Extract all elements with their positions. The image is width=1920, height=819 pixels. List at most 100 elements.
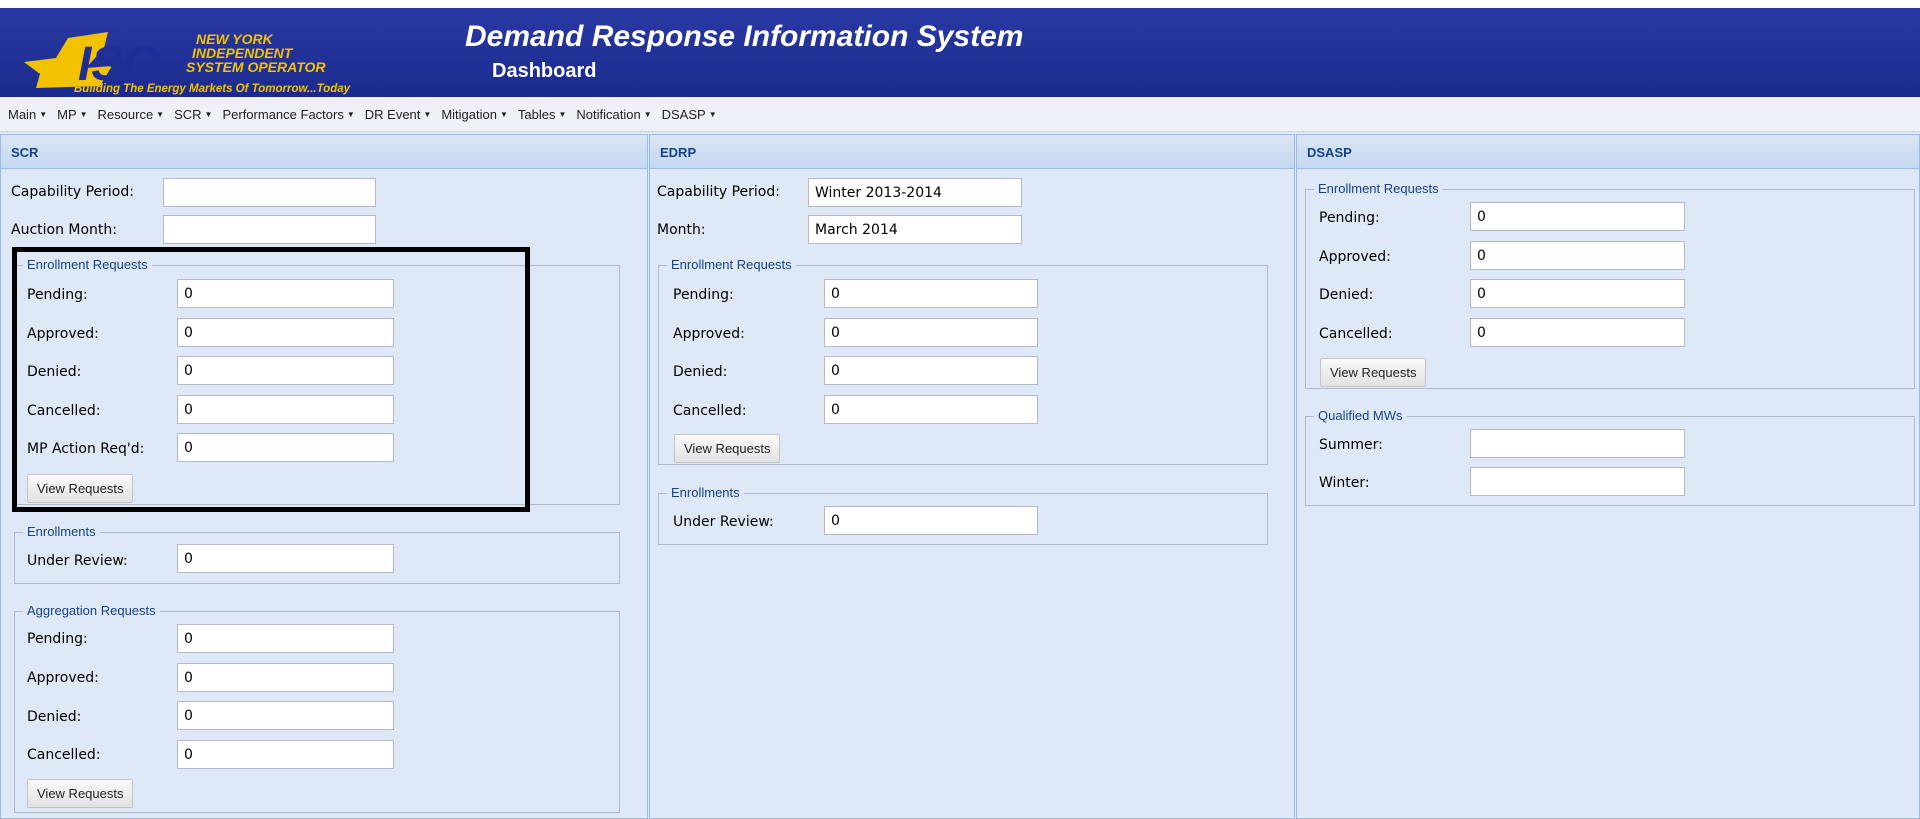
- under-review-field[interactable]: 0: [824, 506, 1038, 535]
- menu-label: Performance Factors: [222, 106, 344, 122]
- menu-label: SCR: [174, 106, 202, 122]
- approved-label: Approved:: [27, 326, 99, 342]
- pending-label: Pending:: [27, 631, 88, 647]
- pending-label: Pending:: [673, 287, 734, 303]
- page-title: Dashboard: [492, 60, 597, 82]
- summer-label: Summer:: [1319, 437, 1383, 453]
- cancelled-label: Cancelled:: [1319, 326, 1393, 342]
- pending-label: Pending:: [27, 287, 88, 303]
- capability-period-label: Capability Period:: [11, 184, 134, 200]
- menu-main[interactable]: Main ▼: [8, 107, 47, 122]
- caret-down-icon: ▼: [708, 109, 717, 119]
- auction-month-field[interactable]: [163, 215, 376, 244]
- approved-label: Approved:: [673, 326, 745, 342]
- under-review-label: Under Review:: [27, 553, 128, 569]
- panel-title: EDRP: [650, 135, 1294, 169]
- view-requests-button[interactable]: View Requests: [674, 434, 781, 463]
- logo-tagline: Building The Energy Markets Of Tomorrow.…: [74, 83, 351, 95]
- denied-label: Denied:: [1319, 287, 1374, 303]
- menu-label: DSASP: [661, 106, 706, 122]
- panel-title: SCR: [1, 135, 647, 169]
- cancelled-label: Cancelled:: [673, 403, 747, 419]
- menu-resource[interactable]: Resource ▼: [98, 107, 165, 122]
- cancelled-field[interactable]: 0: [824, 395, 1038, 424]
- menu-mitigation[interactable]: Mitigation ▼: [441, 107, 508, 122]
- denied-field[interactable]: 0: [177, 356, 394, 385]
- group-legend: Enrollment Requests: [667, 257, 796, 272]
- view-requests-button[interactable]: View Requests: [27, 474, 134, 503]
- pending-field[interactable]: 0: [1470, 202, 1685, 231]
- approved-field[interactable]: 0: [177, 318, 394, 347]
- under-review-label: Under Review:: [673, 514, 774, 530]
- group-legend: Enrollments: [667, 485, 744, 500]
- group-legend: Enrollment Requests: [23, 257, 152, 272]
- approved-field[interactable]: 0: [1470, 241, 1685, 270]
- menu-dsasp[interactable]: DSASP ▼: [662, 107, 717, 122]
- auction-month-label: Auction Month:: [11, 222, 118, 238]
- caret-down-icon: ▼: [204, 109, 213, 119]
- view-requests-button[interactable]: View Requests: [1320, 358, 1427, 387]
- menu-label: Notification: [576, 106, 641, 122]
- month-field[interactable]: March 2014: [808, 215, 1022, 244]
- caret-down-icon: ▼: [558, 109, 567, 119]
- group-legend: Enrollment Requests: [1314, 181, 1443, 196]
- logo-line-3: SYSTEM OPERATOR: [186, 59, 326, 75]
- menu-performance-factors[interactable]: Performance Factors ▼: [222, 107, 354, 122]
- group-legend: Aggregation Requests: [23, 603, 160, 618]
- denied-field[interactable]: 0: [824, 356, 1038, 385]
- approved-label: Approved:: [27, 670, 99, 686]
- menu-label: Main: [8, 106, 37, 122]
- mp-action-field[interactable]: 0: [177, 433, 394, 462]
- caret-down-icon: ▼: [156, 109, 165, 119]
- denied-label: Denied:: [27, 364, 82, 380]
- caret-down-icon: ▼: [643, 109, 652, 119]
- mp-action-label: MP Action Req'd:: [27, 441, 145, 457]
- nyiso-logo: ISO NEW YORK INDEPENDENT SYSTEM OPERATOR…: [24, 31, 351, 95]
- capability-period-field[interactable]: [163, 178, 376, 207]
- view-requests-button[interactable]: View Requests: [27, 779, 134, 808]
- main-menu: Main ▼ MP ▼ Resource ▼ SCR ▼ Performance Fac…: [0, 97, 1920, 132]
- caret-down-icon: ▼: [346, 109, 355, 119]
- group-legend: Qualified MWs: [1314, 408, 1407, 423]
- capability-period-label: Capability Period:: [657, 184, 780, 200]
- pending-field[interactable]: 0: [177, 624, 394, 653]
- approved-label: Approved:: [1319, 249, 1391, 265]
- pending-field[interactable]: 0: [824, 279, 1038, 308]
- under-review-field[interactable]: 0: [177, 544, 394, 573]
- cancelled-field[interactable]: 0: [177, 395, 394, 424]
- app-title: Demand Response Information System: [465, 20, 1024, 53]
- menu-notification[interactable]: Notification ▼: [576, 107, 651, 122]
- capability-period-field[interactable]: Winter 2013-2014: [808, 178, 1022, 207]
- winter-label: Winter:: [1319, 475, 1370, 491]
- summer-field[interactable]: [1470, 429, 1685, 458]
- menu-tables[interactable]: Tables ▼: [518, 107, 567, 122]
- cancelled-field[interactable]: 0: [1470, 318, 1685, 347]
- caret-down-icon: ▼: [499, 109, 508, 119]
- menu-scr[interactable]: SCR ▼: [174, 107, 212, 122]
- cancelled-label: Cancelled:: [27, 747, 101, 763]
- app-header: ISO NEW YORK INDEPENDENT SYSTEM OPERATOR…: [0, 0, 1920, 97]
- winter-field[interactable]: [1470, 467, 1685, 496]
- cancelled-label: Cancelled:: [27, 403, 101, 419]
- cancelled-field[interactable]: 0: [177, 740, 394, 769]
- caret-down-icon: ▼: [79, 109, 88, 119]
- menu-mp[interactable]: MP ▼: [57, 107, 87, 122]
- group-legend: Enrollments: [23, 524, 100, 539]
- panel-title: DSASP: [1297, 135, 1919, 169]
- approved-field[interactable]: 0: [824, 318, 1038, 347]
- pending-label: Pending:: [1319, 210, 1380, 226]
- menu-label: Mitigation: [441, 106, 497, 122]
- menu-label: Resource: [97, 106, 154, 122]
- denied-field[interactable]: 0: [177, 701, 394, 730]
- denied-field[interactable]: 0: [1470, 279, 1685, 308]
- menu-dr-event[interactable]: DR Event ▼: [365, 107, 432, 122]
- menu-label: Tables: [517, 106, 556, 122]
- approved-field[interactable]: 0: [177, 663, 394, 692]
- pending-field[interactable]: 0: [177, 279, 394, 308]
- caret-down-icon: ▼: [39, 109, 48, 119]
- denied-label: Denied:: [673, 364, 728, 380]
- menu-label: MP: [57, 106, 77, 122]
- month-label: Month:: [657, 222, 706, 238]
- menu-label: DR Event: [364, 106, 421, 122]
- denied-label: Denied:: [27, 709, 82, 725]
